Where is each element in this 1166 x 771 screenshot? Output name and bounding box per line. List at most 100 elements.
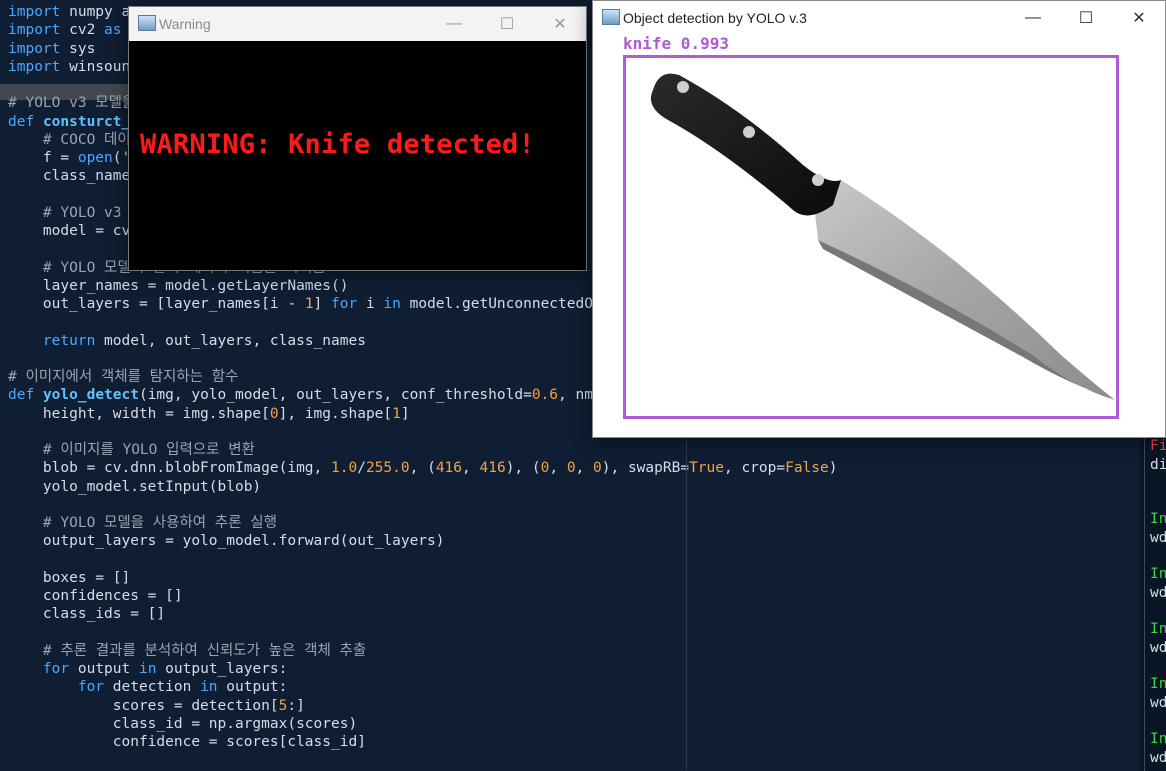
code-token: ), ( <box>505 460 541 477</box>
code-token: blob = cv.dnn.blobFromImage(img, <box>8 460 332 477</box>
code-token: # 이미지를 YOLO 입력으로 변환 <box>42 442 255 458</box>
code-token: sys <box>60 40 96 57</box>
code-token: 416 <box>435 460 463 477</box>
code-line[interactable] <box>8 551 837 569</box>
code-token: import <box>8 40 61 57</box>
code-token: boxes = [] <box>8 569 131 586</box>
detection-window-title: Object detection by YOLO v.3 <box>623 10 807 26</box>
code-line[interactable] <box>8 624 837 642</box>
code-token: in <box>200 679 218 696</box>
maximize-button[interactable]: ☐ <box>1063 1 1109 35</box>
code-token: out_layers = [layer_names[i - <box>8 296 305 312</box>
code-token: True <box>689 460 724 477</box>
code-line[interactable]: # 이미지를 YOLO 입력으로 변환 <box>8 441 837 459</box>
close-button[interactable]: ✕ <box>537 7 583 41</box>
code-token: class_id = np.argmax(scores) <box>8 715 358 732</box>
code-token: for <box>331 296 358 312</box>
code-token: for <box>77 679 105 696</box>
code-line[interactable]: for detection in output: <box>8 678 837 696</box>
code-token: 0 <box>593 460 602 477</box>
code-token: (img, yolo_model, out_layers, conf_thres… <box>138 387 532 404</box>
code-token: i <box>357 296 384 312</box>
code-line[interactable]: output_layers = yolo_model.forward(out_l… <box>8 532 837 550</box>
terminal-line: In <box>1150 511 1166 527</box>
code-line[interactable]: # YOLO 모델을 사용하여 추론 실행 <box>8 514 837 532</box>
minimize-button[interactable]: — <box>431 7 477 41</box>
code-token: open <box>77 150 113 166</box>
code-token: , crop= <box>723 460 786 477</box>
code-token: output_layers = yolo_model.forward(out_l… <box>8 533 445 550</box>
code-token: yolo_model.setInput(blob) <box>8 478 262 495</box>
code-line[interactable]: for output in output_layers: <box>8 660 837 678</box>
code-line[interactable]: # 추론 결과를 분석하여 신뢰도가 높은 객체 추출 <box>8 642 837 660</box>
code-line[interactable]: blob = cv.dnn.blobFromImage(img, 1.0/255… <box>8 459 838 477</box>
code-line[interactable] <box>8 496 837 514</box>
detection-canvas: knife 0.993 <box>593 35 1165 437</box>
warning-message: WARNING: Knife detected! <box>140 129 535 160</box>
code-token: cv2 <box>60 22 105 39</box>
code-line[interactable]: class_id = np.argmax(scores) <box>8 715 837 733</box>
warning-window-title: Warning <box>159 16 211 32</box>
warning-window[interactable]: Warning — ☐ ✕ WARNING: Knife detected! <box>128 6 587 271</box>
code-token: , <box>575 460 594 477</box>
terminal-line: In <box>1150 731 1166 747</box>
code-token: model, out_layers, class_names <box>95 332 366 349</box>
code-token: in <box>383 296 401 312</box>
code-token: 0 <box>269 405 279 422</box>
code-token: ) <box>828 460 838 477</box>
app-icon <box>602 9 620 25</box>
detection-titlebar[interactable]: Object detection by YOLO v.3 — ☐ ✕ <box>593 1 1165 35</box>
detection-window[interactable]: Object detection by YOLO v.3 — ☐ ✕ knife… <box>592 0 1166 438</box>
code-token: for <box>42 661 70 677</box>
code-line[interactable]: scores = detection[5:] <box>8 697 837 715</box>
code-token: return <box>42 332 96 349</box>
code-token: ), swapRB= <box>601 460 690 477</box>
code-token: detection <box>104 679 201 696</box>
code-line[interactable]: confidences = [] <box>8 587 837 605</box>
code-line[interactable]: boxes = [] <box>8 569 837 587</box>
terminal-pane-divider <box>1144 430 1145 771</box>
terminal-line: wd <box>1150 585 1166 601</box>
code-token: 416 <box>479 460 506 477</box>
warning-canvas: WARNING: Knife detected! <box>129 41 586 270</box>
code-token: output <box>69 661 139 677</box>
maximize-button[interactable]: ☐ <box>484 7 530 41</box>
code-token: confidence = scores[class_id] <box>8 734 366 750</box>
code-token: yolo_detect <box>42 387 139 404</box>
code-token: , <box>549 460 567 477</box>
close-button[interactable]: ✕ <box>1116 1 1162 35</box>
code-token: import <box>8 22 61 39</box>
terminal-line: wd <box>1150 695 1166 711</box>
code-line[interactable]: class_ids = [] <box>8 605 837 623</box>
code-line[interactable]: confidence = scores[class_id] <box>8 733 837 751</box>
code-token: output_layers: <box>156 661 288 677</box>
code-line[interactable]: yolo_model.setInput(blob) <box>8 478 837 496</box>
minimize-button[interactable]: — <box>1010 1 1056 35</box>
code-token: import <box>8 4 61 20</box>
app-icon <box>138 15 156 31</box>
code-token: 1 <box>304 296 314 312</box>
warning-titlebar[interactable]: Warning — ☐ ✕ <box>129 7 586 41</box>
code-token: f = <box>8 150 78 166</box>
code-token: 1 <box>392 405 401 422</box>
code-token: 255.0 <box>365 460 410 477</box>
terminal-pane[interactable]: Fi di In wd In wd In wd In wd In wd <box>1140 430 1166 771</box>
code-token: ] <box>400 405 410 422</box>
code-token: / <box>357 460 366 477</box>
code-token: # 이미지에서 객체를 탐지하는 함수 <box>8 369 239 385</box>
